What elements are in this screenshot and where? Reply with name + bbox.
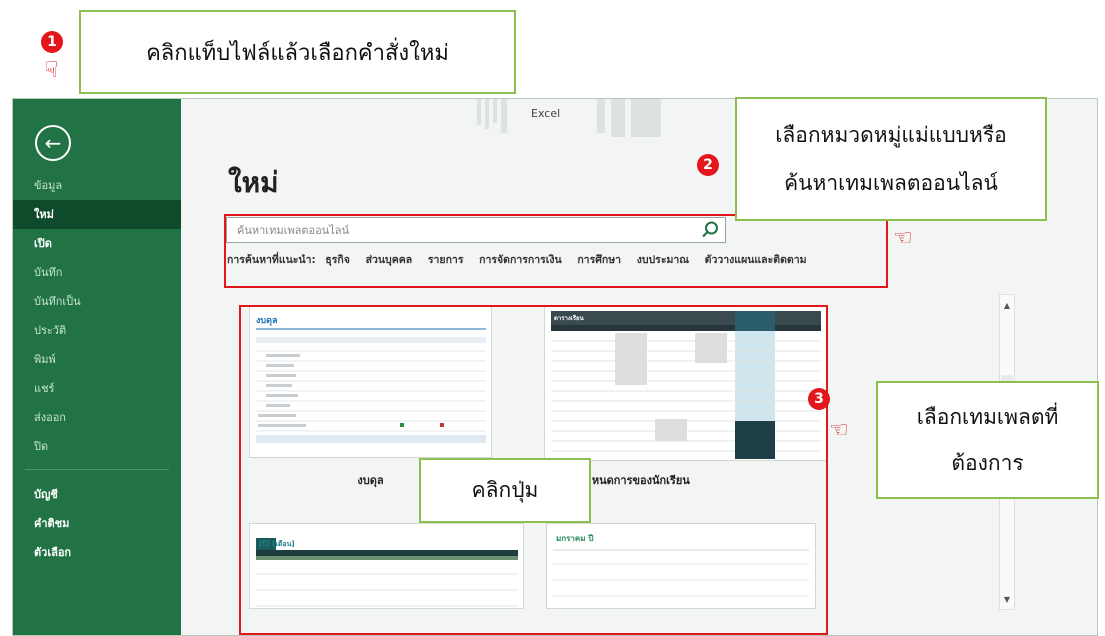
template-thumbnail-calendar[interactable]: [ปี] [เดือน] xyxy=(249,523,524,609)
callout-click-button-text: คลิกปุ่ม xyxy=(471,478,539,502)
sidebar-item-history[interactable]: ประวัติ xyxy=(13,316,181,345)
sidebar-divider xyxy=(25,469,169,470)
back-arrow-button[interactable]: ← xyxy=(35,125,71,161)
callout-step-3-line-1: เลือกเทมเพลตที่ xyxy=(916,405,1059,429)
sidebar-item-print[interactable]: พิมพ์ xyxy=(13,345,181,374)
scroll-down-icon[interactable]: ▼ xyxy=(1000,591,1014,607)
callout-step-2-line-2: ค้นหาเทมเพลตออนไลน์ xyxy=(784,171,998,195)
suggested-search-business[interactable]: ธุรกิจ xyxy=(325,254,350,266)
backstage-sidebar: ← ข้อมูล ใหม่ เปิด บันทึก บันทึกเป็น ประ… xyxy=(13,99,181,635)
pointing-hand-icon: ☜ xyxy=(893,226,913,251)
suggested-searches: การค้นหาที่แนะนำ: ธุรกิจ ส่วนบุคคล รายกา… xyxy=(227,252,887,268)
backstage-menu: ข้อมูล ใหม่ เปิด บันทึก บันทึกเป็น ประวั… xyxy=(13,171,181,567)
suggested-search-personal[interactable]: ส่วนบุคคล xyxy=(366,254,413,266)
sidebar-item-account[interactable]: บัญชี xyxy=(13,480,181,509)
suggested-search-planner[interactable]: ตัววางแผนและติดตาม xyxy=(705,254,807,266)
template-thumb-title: ตารางเรียน xyxy=(554,315,584,322)
callout-step-3: เลือกเทมเพลตที่ ต้องการ xyxy=(876,381,1099,499)
tutorial-screenshot: 1 ☞ คลิกแท็บไฟล์แล้วเลือกคำสั่งใหม่ ← ข้… xyxy=(0,0,1105,636)
arrow-left-icon: ← xyxy=(44,131,62,155)
search-icon[interactable] xyxy=(695,218,725,242)
step-3-badge: 3 xyxy=(808,388,830,410)
template-thumbnail-balance-sheet[interactable]: งบดุล xyxy=(249,306,492,458)
suggested-search-lists[interactable]: รายการ xyxy=(428,254,464,266)
template-search-box xyxy=(226,217,726,243)
suggested-search-budget[interactable]: งบประมาณ xyxy=(637,254,689,266)
callout-step-1-text: คลิกแท็บไฟล์แล้วเลือกคำสั่งใหม่ xyxy=(146,40,449,66)
sidebar-item-open[interactable]: เปิด xyxy=(13,229,181,258)
callout-step-2: เลือกหมวดหมู่แม่แบบหรือ ค้นหาเทมเพลตออนไ… xyxy=(735,97,1047,221)
template-name-student-schedule[interactable]: กำหนดการของนักเรียน xyxy=(579,471,829,489)
template-thumbnail-monthly-planner[interactable]: มกราคม ปี xyxy=(546,523,816,609)
sidebar-item-close[interactable]: ปิด xyxy=(13,432,181,461)
callout-step-1: คลิกแท็บไฟล์แล้วเลือกคำสั่งใหม่ xyxy=(79,10,516,94)
sidebar-item-feedback[interactable]: คำติชม xyxy=(13,509,181,538)
sidebar-item-share[interactable]: แชร์ xyxy=(13,374,181,403)
step-1-badge: 1 xyxy=(41,31,63,53)
scroll-up-icon[interactable]: ▲ xyxy=(1000,297,1014,313)
step-2-badge: 2 xyxy=(697,154,719,176)
page-title: ใหม่ xyxy=(228,166,279,199)
sidebar-item-options[interactable]: ตัวเลือก xyxy=(13,538,181,567)
sidebar-item-info[interactable]: ข้อมูล xyxy=(13,171,181,200)
template-search-input[interactable] xyxy=(237,223,695,237)
suggested-search-education[interactable]: การศึกษา xyxy=(577,254,621,266)
callout-click-button: คลิกปุ่ม xyxy=(419,458,591,523)
callout-step-2-line-1: เลือกหมวดหมู่แม่แบบหรือ xyxy=(775,123,1007,147)
template-thumb-title: [ปี] [เดือน] xyxy=(259,540,295,548)
suggested-search-finance[interactable]: การจัดการการเงิน xyxy=(479,254,562,266)
pointing-hand-icon: ☞ xyxy=(37,59,63,79)
pointing-hand-icon: ☜ xyxy=(829,418,849,443)
app-title: Excel xyxy=(531,107,561,120)
template-thumb-title: มกราคม ปี xyxy=(556,534,594,543)
sidebar-item-export[interactable]: ส่งออก xyxy=(13,403,181,432)
suggested-searches-label: การค้นหาที่แนะนำ: xyxy=(227,254,316,266)
sidebar-item-new[interactable]: ใหม่ xyxy=(13,200,181,229)
sidebar-item-save-as[interactable]: บันทึกเป็น xyxy=(13,287,181,316)
template-thumbnail-student-schedule[interactable]: ตารางเรียน xyxy=(544,306,827,461)
sidebar-item-save[interactable]: บันทึก xyxy=(13,258,181,287)
callout-step-3-line-2: ต้องการ xyxy=(951,451,1024,475)
